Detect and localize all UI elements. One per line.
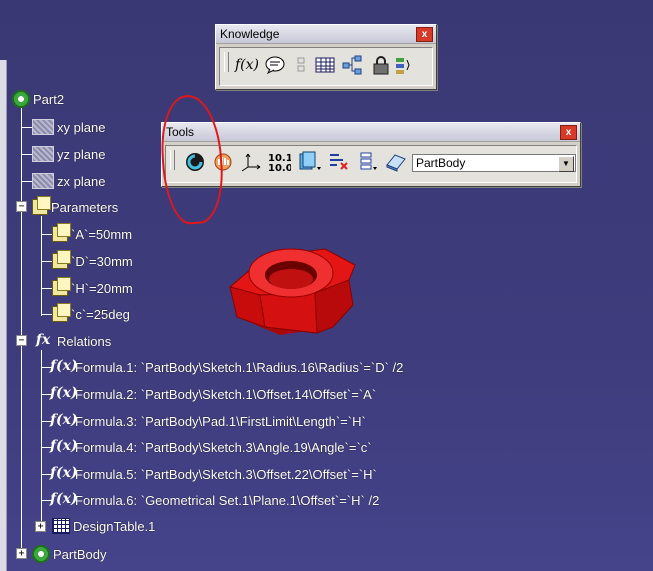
tools-toolbar-body: 10.1 10.0 PartBody ▼	[165, 145, 577, 183]
tree-node-param-c[interactable]: `c`=25deg	[52, 303, 130, 325]
expand-design-table-toggle[interactable]: +	[35, 521, 46, 532]
tools-toolbar-title[interactable]: Tools	[162, 123, 580, 142]
scan-icon[interactable]	[326, 149, 352, 175]
tree-node-param-a[interactable]: `A`=50mm	[52, 223, 132, 245]
axis-system-icon[interactable]	[238, 149, 264, 175]
tree-node-label: `D`=30mm	[71, 253, 133, 269]
tree-node-label: Formula.2: `PartBody\Sketch.1\Offset.14\…	[75, 386, 377, 402]
tree-node-label: Formula.6: `Geometrical Set.1\Plane.1\Of…	[75, 492, 380, 508]
formula-icon: f(x)	[50, 491, 78, 507]
formula-icon[interactable]: f(x)	[234, 52, 260, 78]
tree-node-formula-4[interactable]: f(x) Formula.4: `PartBody\Sketch.3\Angle…	[50, 436, 372, 458]
tree-node-formula-5[interactable]: f(x) Formula.5: `PartBody\Sketch.3\Offse…	[50, 463, 377, 485]
knowledge-toolbar-close-button[interactable]: x	[416, 27, 433, 42]
body-icon	[32, 545, 50, 563]
list-icon[interactable]	[354, 149, 380, 175]
collapse-relations-toggle[interactable]: −	[16, 335, 27, 346]
expand-partbody-toggle[interactable]: +	[16, 548, 27, 559]
tree-node-param-d[interactable]: `D`=30mm	[52, 250, 133, 272]
tree-node-formula-1[interactable]: f(x) Formula.1: `PartBody\Sketch.1\Radiu…	[50, 356, 403, 378]
formula-icon: f(x)	[50, 358, 78, 374]
tree-node-label: `c`=25deg	[71, 306, 130, 322]
tree-node-label: Part2	[33, 91, 65, 107]
design-table-icon[interactable]	[312, 52, 338, 78]
chevron-down-icon[interactable]: ▼	[558, 156, 574, 172]
check-icon[interactable]	[288, 52, 314, 78]
tree-node-label: Parameters	[51, 199, 119, 215]
tree-node-label: Formula.4: `PartBody\Sketch.3\Angle.19\A…	[75, 439, 372, 455]
design-table-icon	[52, 518, 70, 534]
tree-node-formula-6[interactable]: f(x) Formula.6: `Geometrical Set.1\Plane…	[50, 489, 379, 511]
knowledge-toolbar-title[interactable]: Knowledge	[216, 25, 436, 44]
comment-icon[interactable]	[262, 52, 288, 78]
plane-icon	[32, 146, 54, 162]
tree-node-design-table[interactable]: DesignTable.1	[52, 515, 155, 537]
lock-icon[interactable]	[368, 52, 394, 78]
tree-node-partbody[interactable]: PartBody	[32, 543, 106, 565]
tree-node-formula-3[interactable]: f(x) Formula.3: `PartBody\Pad.1\FirstLim…	[50, 410, 366, 432]
relations-icon: fx	[35, 332, 51, 348]
units-icon[interactable]: 10.1 10.0	[266, 149, 292, 175]
collapse-parameters-toggle[interactable]: −	[16, 201, 27, 212]
svg-text:10.0: 10.0	[268, 163, 291, 173]
knowledge-toolbar-body: f(x)	[219, 47, 433, 86]
part-icon	[12, 90, 30, 108]
plane-icon	[32, 173, 54, 189]
tree-node-zx-plane[interactable]: zx plane	[32, 170, 105, 192]
tools-toolbar-close-button[interactable]: x	[560, 125, 577, 140]
tree-node-label: `H`=20mm	[71, 280, 133, 296]
tree-node-label: zx plane	[57, 173, 106, 189]
body-select-value: PartBody	[416, 156, 466, 170]
parameter-icon	[52, 223, 71, 242]
tree-node-parameters[interactable]: Parameters	[32, 196, 118, 218]
formula-icon: f(x)	[50, 412, 78, 428]
formula-icon: f(x)	[50, 438, 78, 454]
tree-node-relations[interactable]: fx Relations	[32, 330, 111, 352]
tree-node-label: Relations	[57, 333, 112, 349]
parameter-icon	[52, 303, 71, 322]
parameter-icon	[52, 250, 71, 269]
body-select-dropdown[interactable]: PartBody ▼	[412, 154, 576, 172]
rules-icon[interactable]	[394, 52, 420, 78]
tree-node-xy-plane[interactable]: xy plane	[32, 116, 105, 138]
selection-icon[interactable]	[382, 149, 408, 175]
work-object-icon[interactable]	[296, 149, 322, 175]
tools-toolbar[interactable]: Tools x 10.1 10.0 PartBody ▼	[161, 122, 581, 187]
knowledge-toolbar[interactable]: Knowledge x f(x)	[215, 24, 437, 90]
tree-node-yz-plane[interactable]: yz plane	[32, 143, 105, 165]
toolbar-grip[interactable]	[224, 52, 229, 72]
parameter-icon	[52, 277, 71, 296]
tree-node-label: Formula.3: `PartBody\Pad.1\FirstLimit\Le…	[75, 413, 366, 429]
tree-node-param-h[interactable]: `H`=20mm	[52, 277, 133, 299]
tree-node-label: PartBody	[53, 546, 107, 562]
parameters-icon	[32, 196, 51, 215]
tree-node-formula-2[interactable]: f(x) Formula.2: `PartBody\Sketch.1\Offse…	[50, 383, 376, 405]
tree-node-part2[interactable]: Part2	[12, 88, 64, 110]
tree-node-label: yz plane	[57, 146, 106, 162]
relations-icon[interactable]	[340, 52, 366, 78]
tree-node-label: Formula.1: `PartBody\Sketch.1\Radius.16\…	[75, 359, 404, 375]
tree-node-label: Formula.5: `PartBody\Sketch.3\Offset.22\…	[75, 466, 377, 482]
formula-icon: f(x)	[50, 385, 78, 401]
formula-icon: f(x)	[50, 465, 78, 481]
tree-node-label: `A`=50mm	[71, 226, 133, 242]
tree-node-label: DesignTable.1	[73, 518, 156, 534]
tree-node-label: xy plane	[57, 119, 106, 135]
plane-icon	[32, 119, 54, 135]
